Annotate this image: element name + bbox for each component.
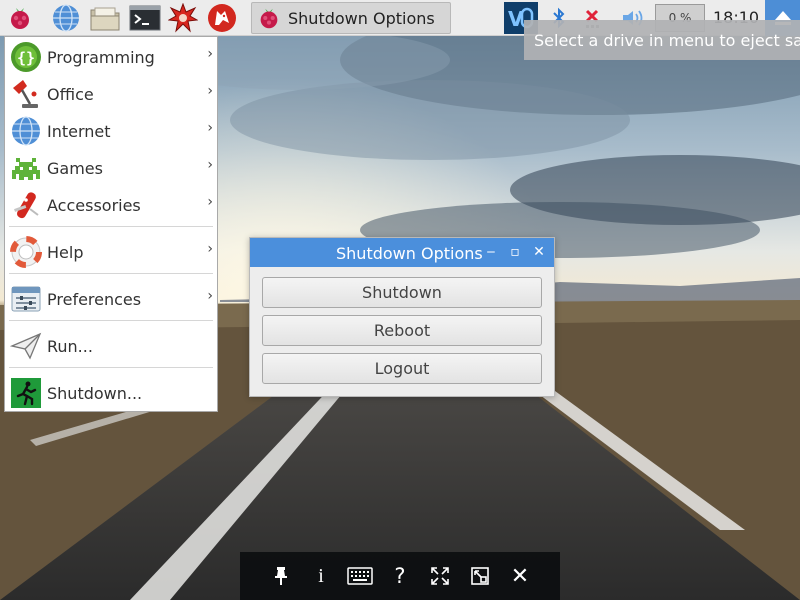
internet-icon xyxy=(12,116,40,146)
submenu-arrow-icon: › xyxy=(207,120,213,136)
submenu-arrow-icon: › xyxy=(207,288,213,304)
menu-item-label: Programming xyxy=(47,48,155,67)
wolfram-icon[interactable] xyxy=(206,2,238,34)
menu-separator xyxy=(9,226,213,227)
menu-item-label: Accessories xyxy=(47,196,141,215)
menu-item-help[interactable]: Help › xyxy=(5,234,217,270)
task-label: Shutdown Options xyxy=(288,8,435,28)
menu-item-accessories[interactable]: Accessories › xyxy=(5,187,217,223)
terminal-icon[interactable] xyxy=(128,2,162,34)
menu-item-label: Help xyxy=(47,243,84,262)
menu-item-label: Shutdown... xyxy=(47,384,143,403)
shutdown-button[interactable]: Shutdown xyxy=(262,277,542,308)
menu-item-run[interactable]: Run... xyxy=(5,328,217,364)
games-icon xyxy=(12,158,40,180)
close-icon[interactable]: ✕ xyxy=(505,562,535,590)
submenu-arrow-icon: › xyxy=(207,194,213,210)
submenu-arrow-icon: › xyxy=(207,241,213,257)
menu-item-label: Preferences xyxy=(47,290,142,309)
preferences-icon xyxy=(11,286,41,312)
dialog-title: Shutdown Options xyxy=(336,244,483,263)
raspberry-menu-icon[interactable] xyxy=(4,2,36,34)
menu-item-office[interactable]: Office › xyxy=(5,76,217,112)
menu-item-shutdown[interactable]: Shutdown... xyxy=(5,375,217,411)
office-icon xyxy=(13,80,38,108)
menu-item-programming[interactable]: {} Programming › xyxy=(5,39,217,75)
menu-item-internet[interactable]: Internet › xyxy=(5,113,217,149)
menu-item-preferences[interactable]: Preferences › xyxy=(5,281,217,317)
programming-icon: {} xyxy=(11,42,41,72)
taskbar-task-shutdown-options[interactable]: Shutdown Options xyxy=(251,2,451,34)
submenu-arrow-icon: › xyxy=(207,83,213,99)
menu-separator xyxy=(9,320,213,321)
remote-toolbar: i ? ✕ xyxy=(240,552,560,600)
info-icon[interactable]: i xyxy=(306,562,336,590)
menu-item-games[interactable]: Games › xyxy=(5,150,217,186)
file-manager-icon[interactable] xyxy=(89,2,121,34)
pin-icon[interactable] xyxy=(266,562,296,590)
keyboard-icon[interactable] xyxy=(345,562,375,590)
application-menu: {} Programming › Office › Internet › Gam… xyxy=(4,36,218,412)
scale-icon[interactable] xyxy=(465,562,495,590)
dialog-titlebar[interactable]: Shutdown Options ‒ ▫ ✕ xyxy=(250,238,554,267)
submenu-arrow-icon: › xyxy=(207,157,213,173)
menu-item-label: Games xyxy=(47,159,103,178)
svg-text:{}: {} xyxy=(17,49,35,67)
menu-item-label: Run... xyxy=(47,337,93,356)
web-browser-icon[interactable] xyxy=(50,2,82,34)
menu-separator xyxy=(9,273,213,274)
menu-item-label: Internet xyxy=(47,122,111,141)
close-icon[interactable]: ✕ xyxy=(529,242,549,262)
help-icon xyxy=(10,236,42,268)
eject-tooltip: Select a drive in menu to eject safely xyxy=(524,20,800,60)
menu-item-label: Office xyxy=(47,85,94,104)
logout-button[interactable]: Logout xyxy=(262,353,542,384)
reboot-button[interactable]: Reboot xyxy=(262,315,542,346)
minimize-icon[interactable]: ‒ xyxy=(481,242,501,262)
menu-separator xyxy=(9,367,213,368)
mathematica-icon[interactable] xyxy=(167,2,199,34)
raspberry-icon xyxy=(260,8,278,29)
shutdown-icon xyxy=(11,378,41,408)
help-icon[interactable]: ? xyxy=(385,562,415,590)
maximize-icon[interactable]: ▫ xyxy=(505,242,525,262)
accessories-icon xyxy=(14,192,39,219)
fullscreen-icon[interactable] xyxy=(425,562,455,590)
shutdown-dialog: Shutdown Options ‒ ▫ ✕ Shutdown Reboot L… xyxy=(249,237,555,397)
submenu-arrow-icon: › xyxy=(207,46,213,62)
run-icon xyxy=(10,332,42,360)
